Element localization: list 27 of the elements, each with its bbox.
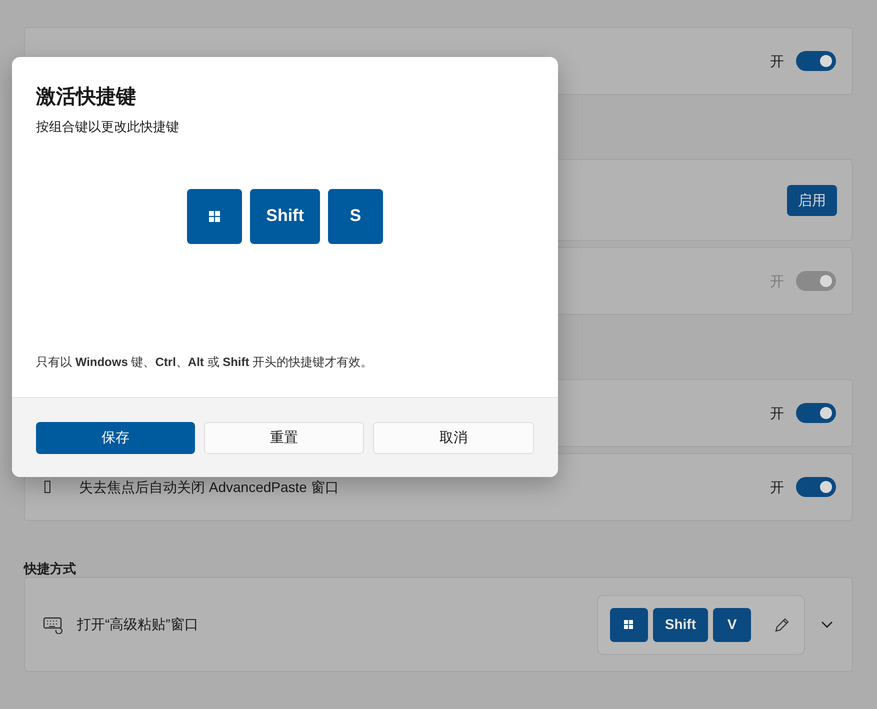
key-cap: Shift [250,188,320,244]
glyph-icon: ▯ [43,475,67,499]
chevron-down-icon[interactable] [821,620,833,628]
dialog-note: 只有以 Windows 键、Ctrl、Alt 或 Shift 开头的快捷键才有效。 [36,354,374,371]
dialog-button[interactable]: 重置 [204,422,364,454]
windows-logo-icon [624,620,634,629]
dialog-title: 激活快捷键 [36,85,137,110]
enable-button[interactable]: 启用 [787,184,837,216]
toggle-state-text: 开 [770,478,784,496]
setting-label: 失去焦点后自动关闭 AdvancedPaste 窗口 [79,478,339,496]
keyboard-icon [43,616,63,634]
dialog-button[interactable]: 取消 [373,422,534,454]
key-cap: V [713,608,751,642]
toggle-switch[interactable] [796,51,836,71]
section-heading: 快捷方式 [24,560,77,578]
toggle-switch[interactable] [796,477,836,497]
toggle-state-text: 开 [770,272,784,290]
key-cap: Shift [652,608,708,642]
toggle-state-text: 开 [770,404,784,422]
shortcut-label: 打开“高级粘贴”窗口 [77,615,198,634]
toggle-state-text: 开 [770,52,784,70]
pencil-icon[interactable] [774,616,790,632]
toggle-switch[interactable] [796,403,836,423]
windows-logo-icon [209,210,220,222]
dialog-button[interactable]: 保存 [36,422,195,454]
key-cap: S [328,188,383,244]
dialog-subtitle: 按组合键以更改此快捷键 [36,118,180,136]
